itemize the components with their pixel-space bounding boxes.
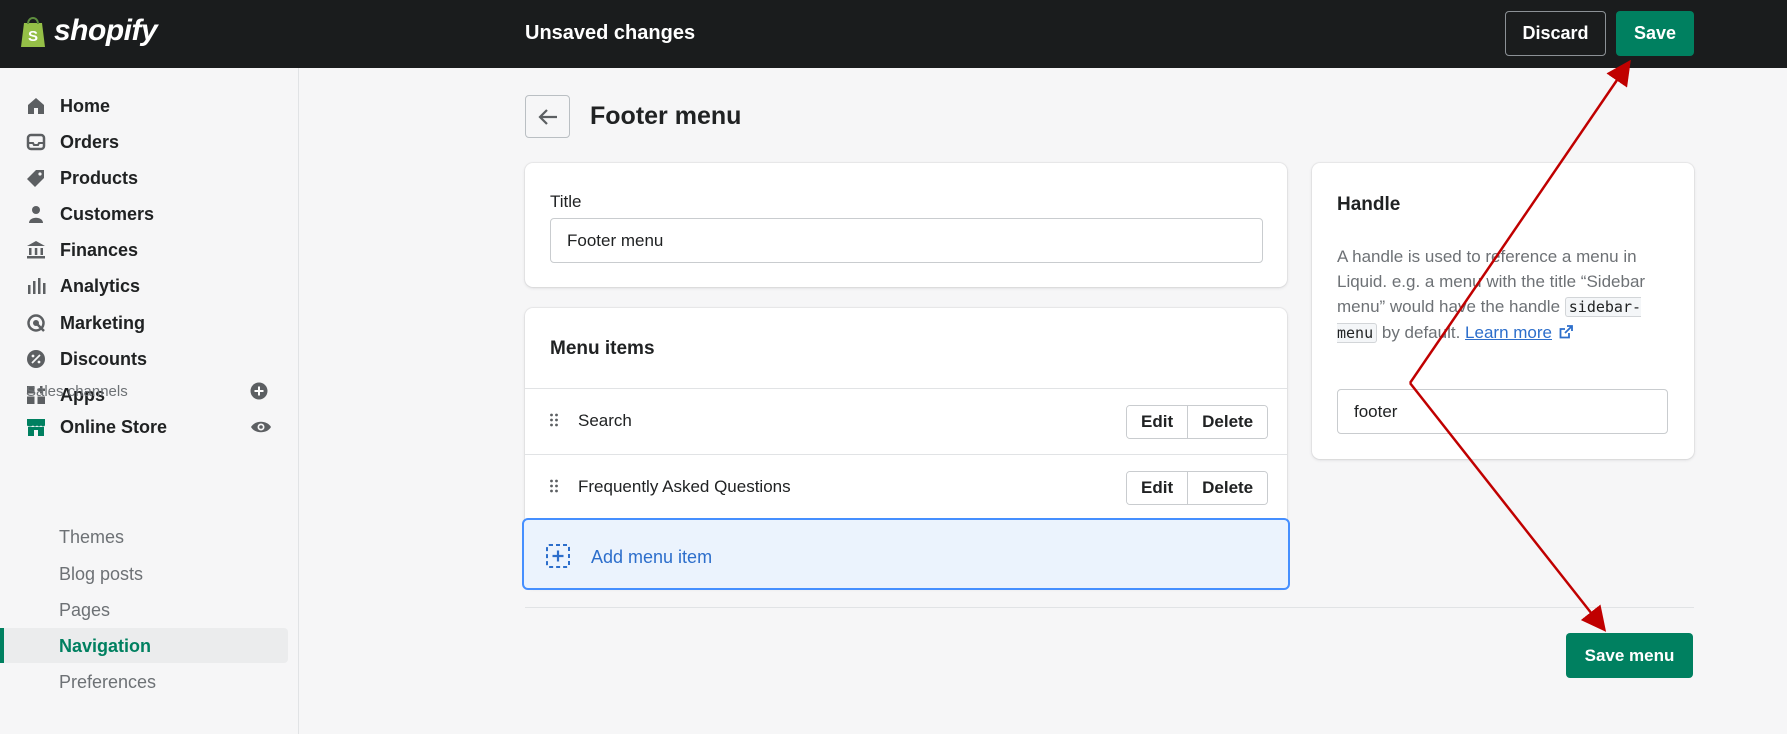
sidebar-item-orders[interactable]: Orders	[26, 127, 119, 157]
edit-button[interactable]: Edit	[1127, 472, 1188, 504]
orders-icon	[26, 132, 46, 152]
menu-item-row: Frequently Asked Questions Edit Delete	[525, 455, 1287, 520]
shopping-bag-icon: S	[21, 17, 45, 47]
sidebar-item-discounts[interactable]: Discounts	[26, 344, 147, 374]
page-title: Footer menu	[590, 102, 742, 130]
sidebar-subitem-themes[interactable]: Themes	[59, 527, 124, 548]
menu-item-row: Search Edit Delete	[525, 389, 1287, 454]
sidebar-item-finances[interactable]: Finances	[26, 235, 138, 265]
learn-more-label: Learn more	[1465, 323, 1552, 342]
drag-handle-icon[interactable]	[550, 479, 558, 498]
footer-divider	[525, 607, 1694, 608]
handle-input[interactable]: footer	[1337, 389, 1668, 434]
sidebar-item-label: Analytics	[60, 275, 141, 296]
menu-item-label: Search	[578, 411, 632, 430]
add-square-icon	[546, 544, 570, 573]
handle-description-suffix: by default.	[1381, 323, 1461, 342]
sales-channels-label: Sales channels	[26, 383, 128, 400]
sidebar-subitem-navigation[interactable]: Navigation	[59, 636, 151, 657]
bank-icon	[26, 240, 46, 260]
active-item-indicator	[0, 628, 4, 663]
external-link-icon[interactable]	[1559, 325, 1573, 339]
sidebar-item-customers[interactable]: Customers	[26, 199, 154, 229]
sidebar-item-analytics[interactable]: Analytics	[26, 271, 140, 301]
svg-text:S: S	[28, 28, 38, 45]
tag-icon	[26, 168, 46, 188]
top-bar: S shopify Unsaved changes Discard Save	[0, 0, 1787, 68]
handle-title: Handle	[1337, 194, 1401, 215]
target-icon	[26, 313, 46, 333]
add-menu-item-button[interactable]: Add menu item	[522, 518, 1290, 590]
sidebar-item-products[interactable]: Products	[26, 163, 138, 193]
save-menu-button[interactable]: Save menu	[1566, 633, 1693, 678]
add-sales-channel-icon[interactable]	[250, 382, 268, 405]
sidebar-item-label: Customers	[60, 203, 155, 224]
sidebar-item-label: Home	[60, 95, 111, 116]
store-icon	[26, 417, 46, 437]
handle-description: A handle is used to reference a menu in …	[1337, 244, 1667, 346]
bar-chart-icon	[26, 276, 46, 296]
back-button[interactable]	[525, 95, 570, 138]
menu-item-actions: Edit Delete	[1126, 471, 1269, 505]
delete-button[interactable]: Delete	[1187, 406, 1268, 438]
shopify-logo[interactable]: S shopify	[18, 14, 158, 48]
sidebar-item-label: Marketing	[60, 312, 146, 333]
drag-handle-icon[interactable]	[550, 413, 558, 432]
discount-icon	[26, 349, 46, 369]
menu-item-actions: Edit Delete	[1126, 405, 1269, 439]
sidebar-item-label: Finances	[60, 239, 139, 260]
add-menu-item-label: Add menu item	[591, 547, 713, 567]
title-input[interactable]: Footer menu	[550, 218, 1263, 263]
eye-icon[interactable]	[250, 419, 272, 440]
person-icon	[26, 204, 46, 224]
sidebar-subitem-pages[interactable]: Pages	[59, 600, 110, 621]
home-icon	[26, 96, 46, 116]
discard-button[interactable]: Discard	[1505, 11, 1606, 56]
menu-items-heading: Menu items	[550, 338, 655, 359]
logo-text: shopify	[54, 14, 158, 47]
unsaved-changes-text: Unsaved changes	[525, 22, 696, 44]
sidebar-subitem-blog-posts[interactable]: Blog posts	[59, 564, 143, 585]
arrow-left-icon	[537, 108, 557, 125]
online-store-label: Online Store	[60, 416, 168, 437]
title-label: Title	[550, 192, 582, 211]
sidebar-item-marketing[interactable]: Marketing	[26, 308, 145, 338]
learn-more-link[interactable]: Learn more	[1465, 323, 1552, 342]
sidebar-item-label: Products	[60, 167, 139, 188]
sidebar-item-online-store[interactable]: Online Store	[26, 412, 167, 442]
sidebar-item-label: Orders	[60, 131, 120, 152]
delete-button[interactable]: Delete	[1187, 472, 1268, 504]
menu-item-label: Frequently Asked Questions	[578, 477, 791, 496]
sidebar-item-home[interactable]: Home	[26, 91, 110, 121]
edit-button[interactable]: Edit	[1127, 406, 1188, 438]
save-button[interactable]: Save	[1616, 11, 1694, 56]
sidebar-item-label: Discounts	[60, 348, 148, 369]
sidebar-subitem-preferences[interactable]: Preferences	[59, 672, 156, 693]
